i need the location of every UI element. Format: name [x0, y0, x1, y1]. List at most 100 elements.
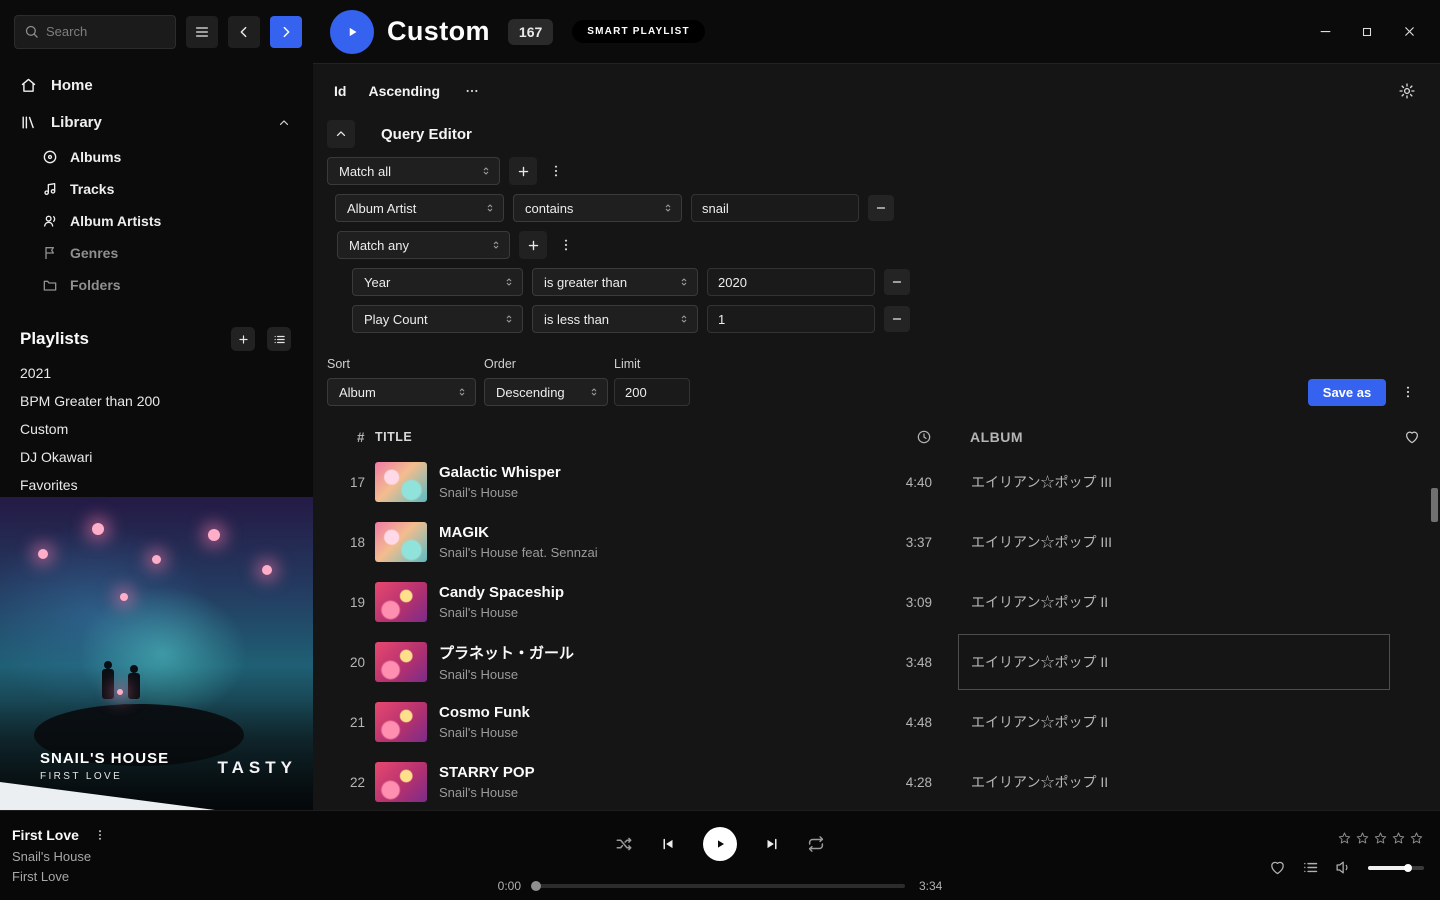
repeat-button[interactable] [807, 835, 825, 853]
back-button[interactable] [228, 16, 260, 48]
rule-value-input[interactable] [691, 194, 859, 222]
scrollbar-thumb[interactable] [1431, 488, 1438, 522]
rule-value-input[interactable] [707, 305, 875, 333]
remove-rule-button[interactable] [884, 269, 910, 295]
forward-button[interactable] [270, 16, 302, 48]
rule-field-select[interactable]: Album Artist [335, 194, 504, 222]
rule-operator-select[interactable]: is greater than [532, 268, 698, 296]
column-favorite[interactable] [1394, 429, 1420, 445]
add-rule-button[interactable] [509, 157, 537, 185]
sidebar-item-albums[interactable]: Albums [42, 141, 313, 173]
sidebar-item-library[interactable]: Library [0, 104, 313, 141]
ellipsis-icon [464, 83, 480, 99]
volume-slider[interactable] [1368, 866, 1424, 870]
star-icon[interactable] [1337, 831, 1352, 846]
collapse-query-editor-button[interactable] [327, 120, 355, 148]
chevron-up-icon[interactable] [277, 116, 291, 130]
group-menu-button[interactable] [556, 235, 576, 255]
rule-menu-button[interactable] [546, 161, 566, 181]
track-cover [375, 642, 427, 682]
plus-icon [237, 333, 250, 346]
maximize-button[interactable] [1346, 12, 1388, 52]
column-duration[interactable] [872, 429, 932, 445]
minimize-button[interactable] [1304, 12, 1346, 52]
column-title[interactable]: TITLE [375, 430, 872, 444]
playlist-item-custom[interactable]: Custom [0, 415, 313, 443]
match-any-select[interactable]: Match any [337, 231, 510, 259]
table-row[interactable]: 22 STARRY POP Snail's House 4:28 エイリアン☆ポ… [313, 752, 1440, 812]
save-as-button[interactable]: Save as [1308, 379, 1386, 406]
track-album-focused[interactable]: エイリアン☆ポップ II [958, 634, 1390, 690]
sidebar-item-home[interactable]: Home [0, 63, 313, 104]
seek-slider[interactable] [535, 884, 905, 888]
sort-menu-button[interactable] [1398, 382, 1418, 402]
rule-field-select[interactable]: Play Count [352, 305, 523, 333]
close-button[interactable] [1388, 12, 1430, 52]
sidebar-item-label: Home [51, 77, 93, 94]
limit-input[interactable] [614, 378, 690, 406]
table-row[interactable]: 17 Galactic Whisper Snail's House 4:40 エ… [313, 452, 1440, 512]
track-artist: Snail's House [439, 485, 561, 500]
sort-select[interactable]: Album [327, 378, 476, 406]
sidebar-item-genres[interactable]: Genres [42, 237, 313, 269]
remove-rule-button[interactable] [884, 306, 910, 332]
select-value: Year [364, 275, 390, 290]
column-index[interactable]: # [327, 430, 375, 445]
track-album: エイリアン☆ポップ II [958, 754, 1390, 810]
artwork-brand: TASTY [218, 758, 297, 778]
play-playlist-button[interactable] [330, 10, 374, 54]
more-options-button[interactable] [462, 81, 482, 101]
table-row[interactable]: 21 Cosmo Funk Snail's House 4:48 エイリアン☆ポ… [313, 692, 1440, 752]
table-row[interactable]: 18 MAGIK Snail's House feat. Sennzai 3:3… [313, 512, 1440, 572]
order-select[interactable]: Descending [484, 378, 608, 406]
sidebar-item-tracks[interactable]: Tracks [42, 173, 313, 205]
heart-icon[interactable] [1269, 859, 1286, 876]
play-pause-button[interactable] [703, 827, 737, 861]
sidebar-item-album-artists[interactable]: Album Artists [42, 205, 313, 237]
repeat-icon [807, 835, 825, 853]
add-group-rule-button[interactable] [519, 231, 547, 259]
table-row[interactable]: 20 プラネット・ガール Snail's House 3:48 エイリアン☆ポッ… [313, 632, 1440, 692]
sidebar-item-folders[interactable]: Folders [42, 269, 313, 301]
column-album[interactable]: ALBUM [958, 429, 1390, 445]
playlist-item-2021[interactable]: 2021 [0, 359, 313, 387]
playlists-title: Playlists [20, 329, 89, 349]
star-icon[interactable] [1373, 831, 1388, 846]
play-icon [343, 23, 361, 41]
artwork-figure [102, 669, 114, 699]
add-playlist-button[interactable] [231, 327, 255, 351]
rule-operator-select[interactable]: is less than [532, 305, 698, 333]
previous-button[interactable] [659, 835, 677, 853]
star-icon[interactable] [1409, 831, 1424, 846]
star-icon[interactable] [1391, 831, 1406, 846]
settings-button[interactable] [1396, 80, 1418, 102]
playlist-item-bpm[interactable]: BPM Greater than 200 [0, 387, 313, 415]
volume-icon[interactable] [1335, 859, 1352, 876]
seek-thumb[interactable] [531, 881, 541, 891]
shuffle-button[interactable] [615, 835, 633, 853]
match-all-select[interactable]: Match all [327, 157, 500, 185]
track-title: Cosmo Funk [439, 704, 530, 721]
list-icon [273, 333, 286, 346]
playlist-list-button[interactable] [267, 327, 291, 351]
rule-operator-select[interactable]: contains [513, 194, 682, 222]
remove-rule-button[interactable] [868, 195, 894, 221]
search-box[interactable] [14, 15, 176, 49]
transport-controls [615, 827, 825, 861]
playlist-item-dj-okawari[interactable]: DJ Okawari [0, 443, 313, 471]
menu-button[interactable] [186, 16, 218, 48]
playlist-item-favorites[interactable]: Favorites [0, 471, 313, 499]
sort-field-control[interactable]: Id [334, 83, 346, 99]
sort-order-control[interactable]: Ascending [368, 83, 440, 99]
table-row[interactable]: 19 Candy Spaceship Snail's House 3:09 エイ… [313, 572, 1440, 632]
queue-icon[interactable] [1302, 859, 1319, 876]
next-button[interactable] [763, 835, 781, 853]
search-input[interactable] [46, 24, 166, 39]
star-icon[interactable] [1355, 831, 1370, 846]
now-playing-menu-button[interactable] [91, 826, 109, 844]
rule-value-input[interactable] [707, 268, 875, 296]
query-group-row: Match any [337, 231, 1418, 259]
volume-thumb[interactable] [1404, 864, 1412, 872]
rule-field-select[interactable]: Year [352, 268, 523, 296]
hamburger-icon [194, 24, 210, 40]
